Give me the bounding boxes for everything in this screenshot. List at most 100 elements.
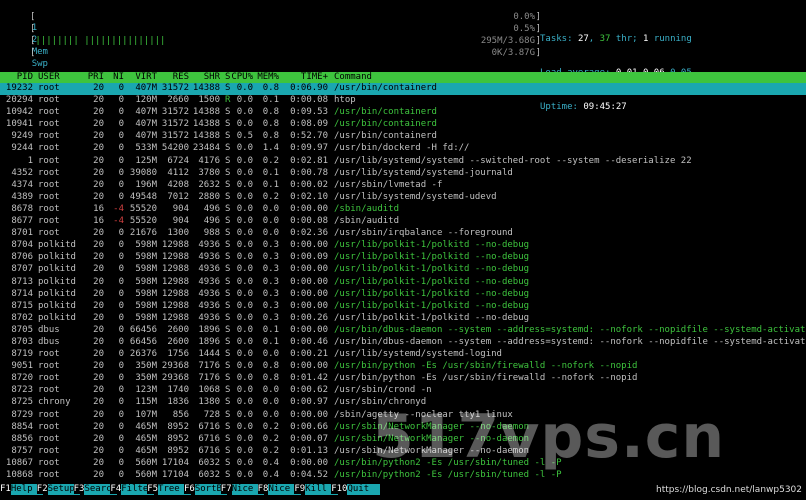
cell-command: /usr/bin/containerd <box>334 131 437 142</box>
process-row[interactable]: 10942 root 20 0 407M 31572 14388 S 0.0 0.8 0:09.53… <box>0 107 806 119</box>
process-row[interactable]: 8723 root 20 0 123M 1740 1068 S 0.0 0.0 0:00.62/us… <box>0 385 806 397</box>
cell-time: 0:01.42 <box>290 373 328 384</box>
cell-res: 12988 <box>161 252 189 263</box>
cell-mem: 0.3 <box>262 288 279 299</box>
fkey-label: Quit <box>347 484 380 495</box>
cell-res: 8952 <box>167 421 189 432</box>
cell-time: 0:00.09 <box>290 252 328 263</box>
cpu2-value: 0.5% <box>513 24 535 34</box>
column-header-virt[interactable]: VIRT <box>135 72 157 83</box>
process-row[interactable]: 1 root 20 0 125M 6724 4176 S 0.0 0.2 0:02.81/usr/l… <box>0 156 806 168</box>
process-row[interactable]: 8677 root 16 -4 55520 904 496 S 0.0 0.0 0:00.08/sb… <box>0 216 806 228</box>
cell-user: root <box>38 228 60 239</box>
column-header-ni[interactable]: NI <box>113 72 124 83</box>
cell-cpu: 0.0 <box>236 445 253 456</box>
cell-ni: 0 <box>118 95 124 106</box>
fkey-f10[interactable]: F10Quit <box>331 484 380 496</box>
cell-shr: 728 <box>203 409 220 420</box>
column-header-cpu[interactable]: CPU% <box>231 72 253 83</box>
cell-cpu: 0.0 <box>236 373 253 384</box>
cell-ni: 0 <box>118 397 124 408</box>
cell-virt: 66456 <box>129 336 157 347</box>
process-row[interactable]: 8703 dbus 20 0 66456 2600 1896 S 0.0 0.1 0:00.46/u… <box>0 337 806 349</box>
process-row[interactable]: 8701 root 20 0 21676 1300 988 S 0.0 0.0 0:02.36/us… <box>0 228 806 240</box>
cell-res: 904 <box>172 203 189 214</box>
process-row[interactable]: 8707 polkitd 20 0 598M 12988 4936 S 0.0 0.3 0:00.0… <box>0 264 806 276</box>
cell-ni: 0 <box>118 373 124 384</box>
process-row[interactable]: 4389 root 20 0 49548 7012 2880 S 0.0 0.2 0:02.10/u… <box>0 192 806 204</box>
process-row[interactable]: 8706 polkitd 20 0 598M 12988 4936 S 0.0 0.3 0:00.0… <box>0 252 806 264</box>
column-header-user[interactable]: USER <box>38 72 60 83</box>
cell-command: /usr/bin/dockerd -H fd:// <box>334 143 470 154</box>
cell-user: polkitd <box>38 288 76 299</box>
process-row[interactable]: 8702 polkitd 20 0 598M 12988 4936 S 0.0 0.3 0:00.2… <box>0 313 806 325</box>
process-row[interactable]: 8713 polkitd 20 0 598M 12988 4936 S 0.0 0.3 0:00.0… <box>0 277 806 289</box>
cell-command: /usr/lib/polkit-1/polkitd --no-debug <box>334 252 530 263</box>
cell-mem: 0.1 <box>262 324 279 335</box>
process-row[interactable]: 8714 polkitd 20 0 598M 12988 4936 S 0.0 0.3 0:00.0… <box>0 289 806 301</box>
cell-virt: 598M <box>135 240 157 251</box>
cell-state: S <box>225 167 231 178</box>
cell-shr: 4936 <box>198 276 220 287</box>
cell-res: 1300 <box>167 228 189 239</box>
cell-time: 0:04.52 <box>290 470 328 480</box>
process-row[interactable]: 9051 root 20 0 350M 29368 7176 S 0.0 0.8 0:00.00/u… <box>0 361 806 373</box>
cell-pri: 20 <box>93 119 104 130</box>
cell-res: 54200 <box>161 143 189 154</box>
cell-res: 29368 <box>161 361 189 372</box>
column-header-state[interactable]: S <box>225 72 230 83</box>
column-header-pri[interactable]: PRI <box>88 72 104 83</box>
cell-user: polkitd <box>38 312 76 323</box>
cell-virt: 49548 <box>129 191 157 202</box>
process-row[interactable]: 20294 root 20 0 120M 2660 1500 R 0.0 0.1 0:00.08 ht… <box>0 95 806 107</box>
column-header-command[interactable]: Command <box>334 72 372 83</box>
cell-cpu: 0.0 <box>236 276 253 287</box>
process-row[interactable]: 10941 root 20 0 407M 31572 14388 S 0.0 0.8 0:08.09… <box>0 119 806 131</box>
cell-res: 904 <box>172 216 189 227</box>
cell-ni: 0 <box>118 276 124 287</box>
cell-user: root <box>38 457 60 468</box>
cell-ni: 0 <box>118 300 124 311</box>
cell-time: 0:02.36 <box>290 228 328 239</box>
cell-cpu: 0.0 <box>236 203 253 214</box>
cell-mem: 0.0 <box>262 397 279 408</box>
column-header-time[interactable]: TIME+ <box>301 72 328 83</box>
process-row[interactable]: 9249 root 20 0 407M 31572 14388 S 0.5 0.8 0:52.70 /… <box>0 131 806 143</box>
cell-shr: 3780 <box>198 167 220 178</box>
cell-pid: 9051 <box>11 361 33 372</box>
cell-virt: 39080 <box>129 167 157 178</box>
process-row[interactable]: 4374 root 20 0 196M 4208 2632 S 0.0 0.1 0:00.02/us… <box>0 180 806 192</box>
cell-pri: 20 <box>93 252 104 263</box>
process-row[interactable]: 19232 root 20 0 407M 31572 14388 S 0.0 0.8 0:06.90… <box>0 83 806 96</box>
process-row[interactable]: 4352 root 20 0 39080 4112 3780 S 0.0 0.1 0:00.78/u… <box>0 168 806 180</box>
watermark: 517vps.cn <box>372 402 726 472</box>
cell-user: root <box>38 421 60 432</box>
column-header-pid[interactable]: PID <box>17 72 33 83</box>
cell-time: 0:00.46 <box>290 336 328 347</box>
process-row[interactable]: 8678 root 16 -4 55520 904 496 S 0.0 0.0 0:00.00/sb… <box>0 204 806 216</box>
process-row[interactable]: 9244 root 20 0 533M 54200 23484 S 0.0 1.4 0:09.97 /… <box>0 143 806 155</box>
column-header-mem[interactable]: MEM% <box>257 72 279 83</box>
cell-virt: 350M <box>135 361 157 372</box>
cell-cpu: 0.0 <box>236 252 253 263</box>
cell-time: 0:01.13 <box>290 445 328 456</box>
cell-mem: 0.1 <box>262 95 279 106</box>
process-row[interactable]: 8715 polkitd 20 0 598M 12988 4936 S 0.0 0.3 0:00.0… <box>0 301 806 313</box>
process-row[interactable]: 8705 dbus 20 0 66456 2600 1896 S 0.0 0.1 0:00.00/u… <box>0 325 806 337</box>
column-header-shr[interactable]: SHR <box>204 72 220 83</box>
process-row[interactable]: 8704 polkitd 20 0 598M 12988 4936 S 0.0 0.3 0:00.0… <box>0 240 806 252</box>
process-row[interactable]: 8719 root 20 0 26376 1756 1444 S 0.0 0.0 0:00.21/u… <box>0 349 806 361</box>
process-row[interactable]: 8720 root 20 0 350M 29368 7176 S 0.0 0.8 0:01.42/u… <box>0 373 806 385</box>
cell-res: 2600 <box>167 324 189 335</box>
cell-pid: 8707 <box>11 264 33 275</box>
cell-pid: 8678 <box>11 203 33 214</box>
cell-pri: 20 <box>93 336 104 347</box>
cell-time: 0:00.07 <box>290 433 328 444</box>
column-header-res[interactable]: RES <box>173 72 189 83</box>
cell-pid: 8725 <box>11 397 33 408</box>
cell-state: S <box>225 349 231 360</box>
fkey-key: F7 <box>220 484 232 494</box>
cell-shr: 496 <box>203 203 220 214</box>
process-table-header[interactable]: PID USER PRI NI VIRT RES SHR S CPU% MEM% TIME+ Comm… <box>0 72 806 83</box>
cell-pid: 8713 <box>11 276 33 287</box>
